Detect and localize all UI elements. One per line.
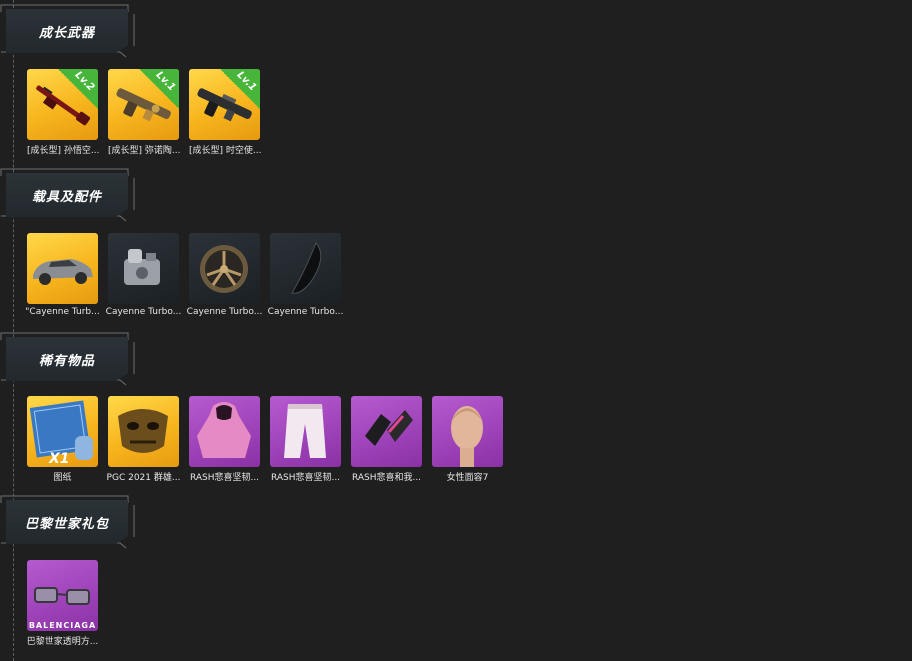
item-label: RASH悲喜和我...	[351, 473, 422, 483]
item-tile	[432, 396, 503, 467]
item-tile	[270, 396, 341, 467]
item-tile: Lv.2	[27, 69, 98, 140]
item-label: RASH悲喜坚韧...	[189, 473, 260, 483]
item-tile	[189, 233, 260, 304]
reward-item[interactable]: X1 图纸	[27, 396, 98, 484]
item-label: PGC 2021 群雄...	[106, 473, 181, 483]
quantity-badge: X1	[49, 451, 70, 467]
spoiler-icon	[291, 242, 322, 294]
reward-item[interactable]: Cayenne Turbo...	[187, 233, 262, 321]
item-tile	[108, 233, 179, 304]
item-tile: X1	[27, 396, 98, 467]
item-label: Cayenne Turbo...	[267, 307, 344, 317]
reward-item[interactable]: RASH悲喜坚韧...	[270, 396, 341, 484]
section-title: 巴黎世家礼包	[24, 516, 109, 532]
item-label: 巴黎世家透明方...	[26, 637, 99, 647]
item-label: Cayenne Turbo...	[105, 307, 182, 317]
item-tile	[270, 233, 341, 304]
reward-item[interactable]: BALENCIAGA 巴黎世家透明方...	[27, 560, 98, 648]
reward-item[interactable]: Lv.1 [成长型] 时空使...	[189, 69, 261, 157]
item-tile	[351, 396, 422, 467]
item-tile: BALENCIAGA	[27, 560, 98, 631]
reward-item[interactable]: Lv.2 [成长型] 孙悟空...	[27, 69, 99, 157]
reward-item[interactable]: RASH悲喜坚韧...	[189, 396, 260, 484]
section-title: 稀有物品	[38, 353, 95, 369]
reward-item[interactable]: RASH悲喜和我...	[351, 396, 422, 484]
reward-item[interactable]: PGC 2021 群雄...	[107, 396, 180, 484]
engine-icon	[124, 249, 160, 285]
face-icon	[451, 406, 483, 467]
item-tile: Lv.1	[108, 69, 179, 140]
hoodie-icon	[197, 402, 251, 458]
reward-item[interactable]: Cayenne Turbo...	[268, 233, 343, 321]
mask-icon	[118, 409, 168, 453]
section-header: 稀有物品	[6, 337, 128, 381]
gloves-icon	[365, 410, 413, 446]
reward-item[interactable]: Cayenne Turbo...	[106, 233, 181, 321]
section-title: 成长武器	[38, 25, 95, 41]
item-tile	[108, 396, 179, 467]
item-tile	[27, 233, 98, 304]
item-label: "Cayenne Turb...	[25, 307, 100, 317]
reward-item[interactable]: Lv.1 [成长型] 弥诺陶...	[108, 69, 180, 157]
pants-icon	[284, 404, 326, 458]
reward-item[interactable]: "Cayenne Turb...	[25, 233, 100, 321]
brand-label: BALENCIAGA	[28, 621, 97, 630]
item-label: 图纸	[53, 473, 72, 483]
item-tile	[189, 396, 260, 467]
section-title: 载具及配件	[31, 189, 102, 205]
section-header: 巴黎世家礼包	[6, 500, 128, 544]
item-label: [成长型] 弥诺陶...	[108, 146, 181, 156]
item-tile: Lv.1	[189, 69, 260, 140]
car-icon	[33, 259, 93, 285]
item-label: [成长型] 时空使...	[189, 146, 262, 156]
timeline-divider	[13, 0, 14, 661]
section-header: 载具及配件	[6, 173, 128, 217]
item-label: 女性面容7	[446, 473, 489, 483]
wheel-icon	[200, 245, 248, 293]
item-label: Cayenne Turbo...	[186, 307, 263, 317]
section-header: 成长武器	[6, 9, 128, 53]
item-label: [成长型] 孙悟空...	[27, 146, 100, 156]
item-label: RASH悲喜坚韧...	[270, 473, 341, 483]
reward-item[interactable]: 女性面容7	[432, 396, 503, 484]
